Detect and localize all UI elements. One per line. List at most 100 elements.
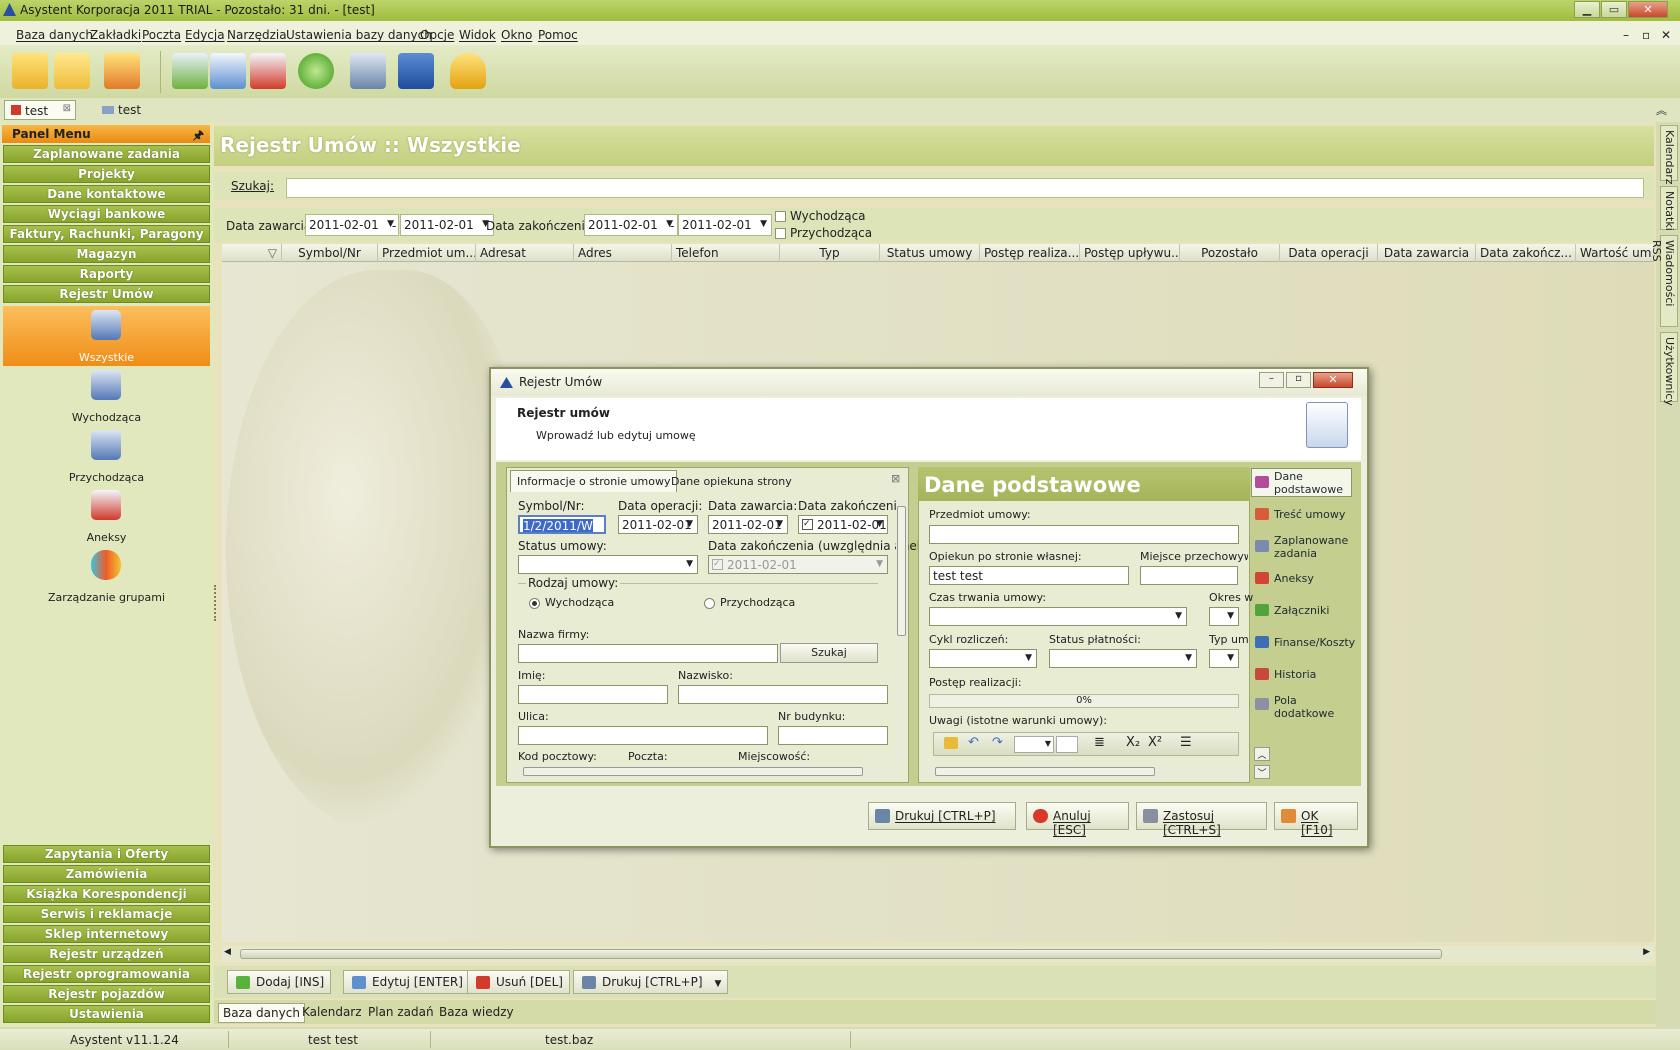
print-icon[interactable] — [350, 53, 386, 89]
nav-rejestr-urzadzen[interactable]: Rejestr urządzeń — [3, 945, 210, 963]
scrollbar-thumb[interactable] — [935, 767, 1155, 776]
menu-opcje[interactable]: Opcje — [420, 28, 454, 42]
horizontal-scrollbar[interactable] — [923, 766, 1245, 778]
print-button[interactable]: Drukuj [CTRL+P] ▼ — [573, 970, 729, 994]
dialog-minimize-button[interactable]: – — [1259, 372, 1284, 388]
menu-okno[interactable]: Okno — [501, 28, 532, 42]
scrollbar-thumb[interactable] — [240, 949, 1442, 959]
undo-icon[interactable]: ↶ — [968, 735, 979, 750]
ulica-input[interactable] — [518, 726, 768, 745]
tab-baza-danych[interactable]: Baza danych — [218, 1003, 305, 1023]
tab-informacje-o-stronie[interactable]: Informacje o stronie umowy — [510, 470, 678, 492]
data-operacji-input[interactable]: 2011-02-01 ▼ — [618, 515, 698, 534]
bullet-list-icon[interactable]: ☰ — [1180, 735, 1192, 750]
scrollbar-thumb[interactable] — [897, 506, 906, 636]
scroll-left-icon[interactable]: ◀ — [224, 947, 231, 957]
nav-ksiazka-korespondencji[interactable]: Książka Korespondencji — [3, 885, 210, 903]
side-aneksy[interactable]: Aneksy — [1253, 572, 1314, 585]
side-tab-uzytkownicy[interactable]: Użytkownicy — [1660, 332, 1678, 406]
nav-zaplanowane-zadania[interactable]: Zaplanowane zadania — [3, 145, 210, 163]
close-button[interactable]: ✕ — [1628, 1, 1668, 18]
font-size-select[interactable] — [1056, 736, 1078, 753]
nav-magazyn[interactable]: Magazyn — [3, 245, 210, 263]
radio-przychodzaca[interactable] — [704, 598, 715, 609]
minimize-button[interactable]: ▁ — [1574, 1, 1600, 18]
side-zalaczniki[interactable]: Załączniki — [1253, 604, 1329, 617]
menu-zakladki[interactable]: Zakładki — [90, 28, 141, 42]
column-header[interactable]: Symbol/Nr — [282, 244, 378, 262]
nav-sub-przychodzaca[interactable]: Przychodząca — [3, 471, 210, 484]
nav-dane-kontaktowe[interactable]: Dane kontaktowe — [3, 185, 210, 203]
column-header[interactable]: Typ — [780, 244, 880, 262]
side-tab-notatki[interactable]: Notatki — [1660, 186, 1678, 231]
side-historia[interactable]: Historia — [1253, 668, 1316, 681]
nav-wyciagi-bankowe[interactable]: Wyciągi bankowe — [3, 205, 210, 223]
nav-sub-wychodzaca[interactable]: Wychodząca — [3, 411, 210, 424]
date-to-2[interactable]: 2011-02-01 ▼ — [678, 214, 772, 236]
side-zaplanowane-zadania[interactable]: Zaplanowane zadania — [1253, 534, 1348, 560]
nav-zapytania-oferty[interactable]: Zapytania i Oferty — [3, 845, 210, 863]
nav-raporty[interactable]: Raporty — [3, 265, 210, 283]
status-platnosci-select[interactable]: ▼ — [1049, 649, 1197, 668]
calculator-icon[interactable] — [398, 53, 434, 89]
okres-select[interactable]: ▼ — [1209, 607, 1239, 626]
new-folder-icon[interactable] — [12, 53, 48, 89]
nav-sklep-internetowy[interactable]: Sklep internetowy — [3, 925, 210, 943]
panel-splitter[interactable] — [214, 585, 218, 621]
date-from-2[interactable]: 2011-02-01 ▼ — [584, 214, 678, 236]
column-header[interactable]: Przedmiot um... — [378, 244, 476, 262]
column-header[interactable]: Data zakończ... — [1476, 244, 1576, 262]
dialog-maximize-button[interactable]: ▫ — [1286, 372, 1311, 388]
tab-baza-wiedzy[interactable]: Baza wiedzy — [435, 1003, 518, 1021]
imie-input[interactable] — [518, 685, 668, 704]
nazwisko-input[interactable] — [678, 685, 888, 704]
side-pola-dodatkowe[interactable]: Pola dodatkowe — [1253, 694, 1334, 720]
grid-filter-icon[interactable]: ▽ — [222, 244, 282, 262]
search-input[interactable] — [286, 178, 1644, 198]
miejsce-input[interactable] — [1140, 566, 1238, 585]
typ-select[interactable]: ▼ — [1209, 649, 1239, 668]
column-header[interactable]: Telefon — [672, 244, 780, 262]
menu-widok[interactable]: Widok — [459, 28, 496, 42]
side-dane-podstawowe[interactable]: Dane podstawowe — [1253, 470, 1343, 496]
tab-kalendarz[interactable]: Kalendarz — [298, 1003, 366, 1021]
close-tab-icon[interactable]: ⊠ — [63, 103, 71, 114]
data-zakonczenia-input[interactable]: ✓ 2011-02-01 ▼ — [798, 515, 888, 534]
menu-narzedzia[interactable]: Narzędzia — [227, 28, 287, 42]
nav-rejestr-pojazdow[interactable]: Rejestr pojazdów — [3, 985, 210, 1003]
szukaj-button[interactable]: Szukaj — [780, 643, 878, 663]
doc-tab-active[interactable]: test ⊠ — [4, 100, 76, 120]
column-header[interactable]: Data zawarcia — [1378, 244, 1476, 262]
column-header[interactable]: Postęp upływu... — [1080, 244, 1180, 262]
side-tab-rss[interactable]: Wiadomości RSS — [1650, 235, 1678, 327]
side-scroll-up-icon[interactable]: ︿ — [1254, 747, 1270, 761]
dialog-close-button[interactable]: ✕ — [1313, 372, 1353, 388]
przychodzaca-checkbox[interactable] — [775, 228, 786, 239]
annex-icon[interactable] — [91, 490, 121, 520]
groups-icon[interactable] — [91, 550, 121, 580]
mdi-close-icon[interactable]: ✕ — [1661, 28, 1671, 42]
side-finanse-koszty[interactable]: Finanse/Koszty — [1253, 636, 1355, 649]
maximize-button[interactable]: ▭ — [1601, 1, 1627, 18]
add-document-icon[interactable] — [172, 53, 208, 89]
dropdown-arrow-icon[interactable]: ▼ — [715, 979, 722, 989]
czas-select[interactable]: ▼ — [929, 607, 1187, 626]
collapse-icon[interactable]: ︽ — [1656, 102, 1667, 118]
wychodzaca-checkbox[interactable] — [775, 211, 786, 222]
open-folder-icon[interactable] — [54, 53, 90, 89]
column-header[interactable]: Pozostało — [1180, 244, 1280, 262]
align-justify-icon[interactable]: ≣ — [1094, 735, 1105, 750]
date-from-1[interactable]: 2011-02-01 ▼ — [305, 214, 399, 236]
column-header[interactable]: Wartość um — [1576, 244, 1654, 262]
date-to-1[interactable]: 2011-02-01 ▼ — [400, 214, 494, 236]
symbol-input[interactable]: 1/2/2011/W — [518, 515, 606, 534]
refresh-icon[interactable] — [298, 53, 334, 89]
menu-baza-danych[interactable]: Baza danych — [16, 28, 93, 42]
menu-pomoc[interactable]: Pomoc — [538, 28, 578, 42]
delete-button[interactable]: Usuń [DEL] — [467, 970, 570, 994]
tab-plan-zadan[interactable]: Plan zadań — [364, 1003, 438, 1021]
nr-budynku-input[interactable] — [778, 726, 888, 745]
contract-all-icon[interactable] — [91, 310, 121, 340]
column-header[interactable]: Adresat — [476, 244, 574, 262]
delete-folder-icon[interactable] — [104, 53, 140, 89]
